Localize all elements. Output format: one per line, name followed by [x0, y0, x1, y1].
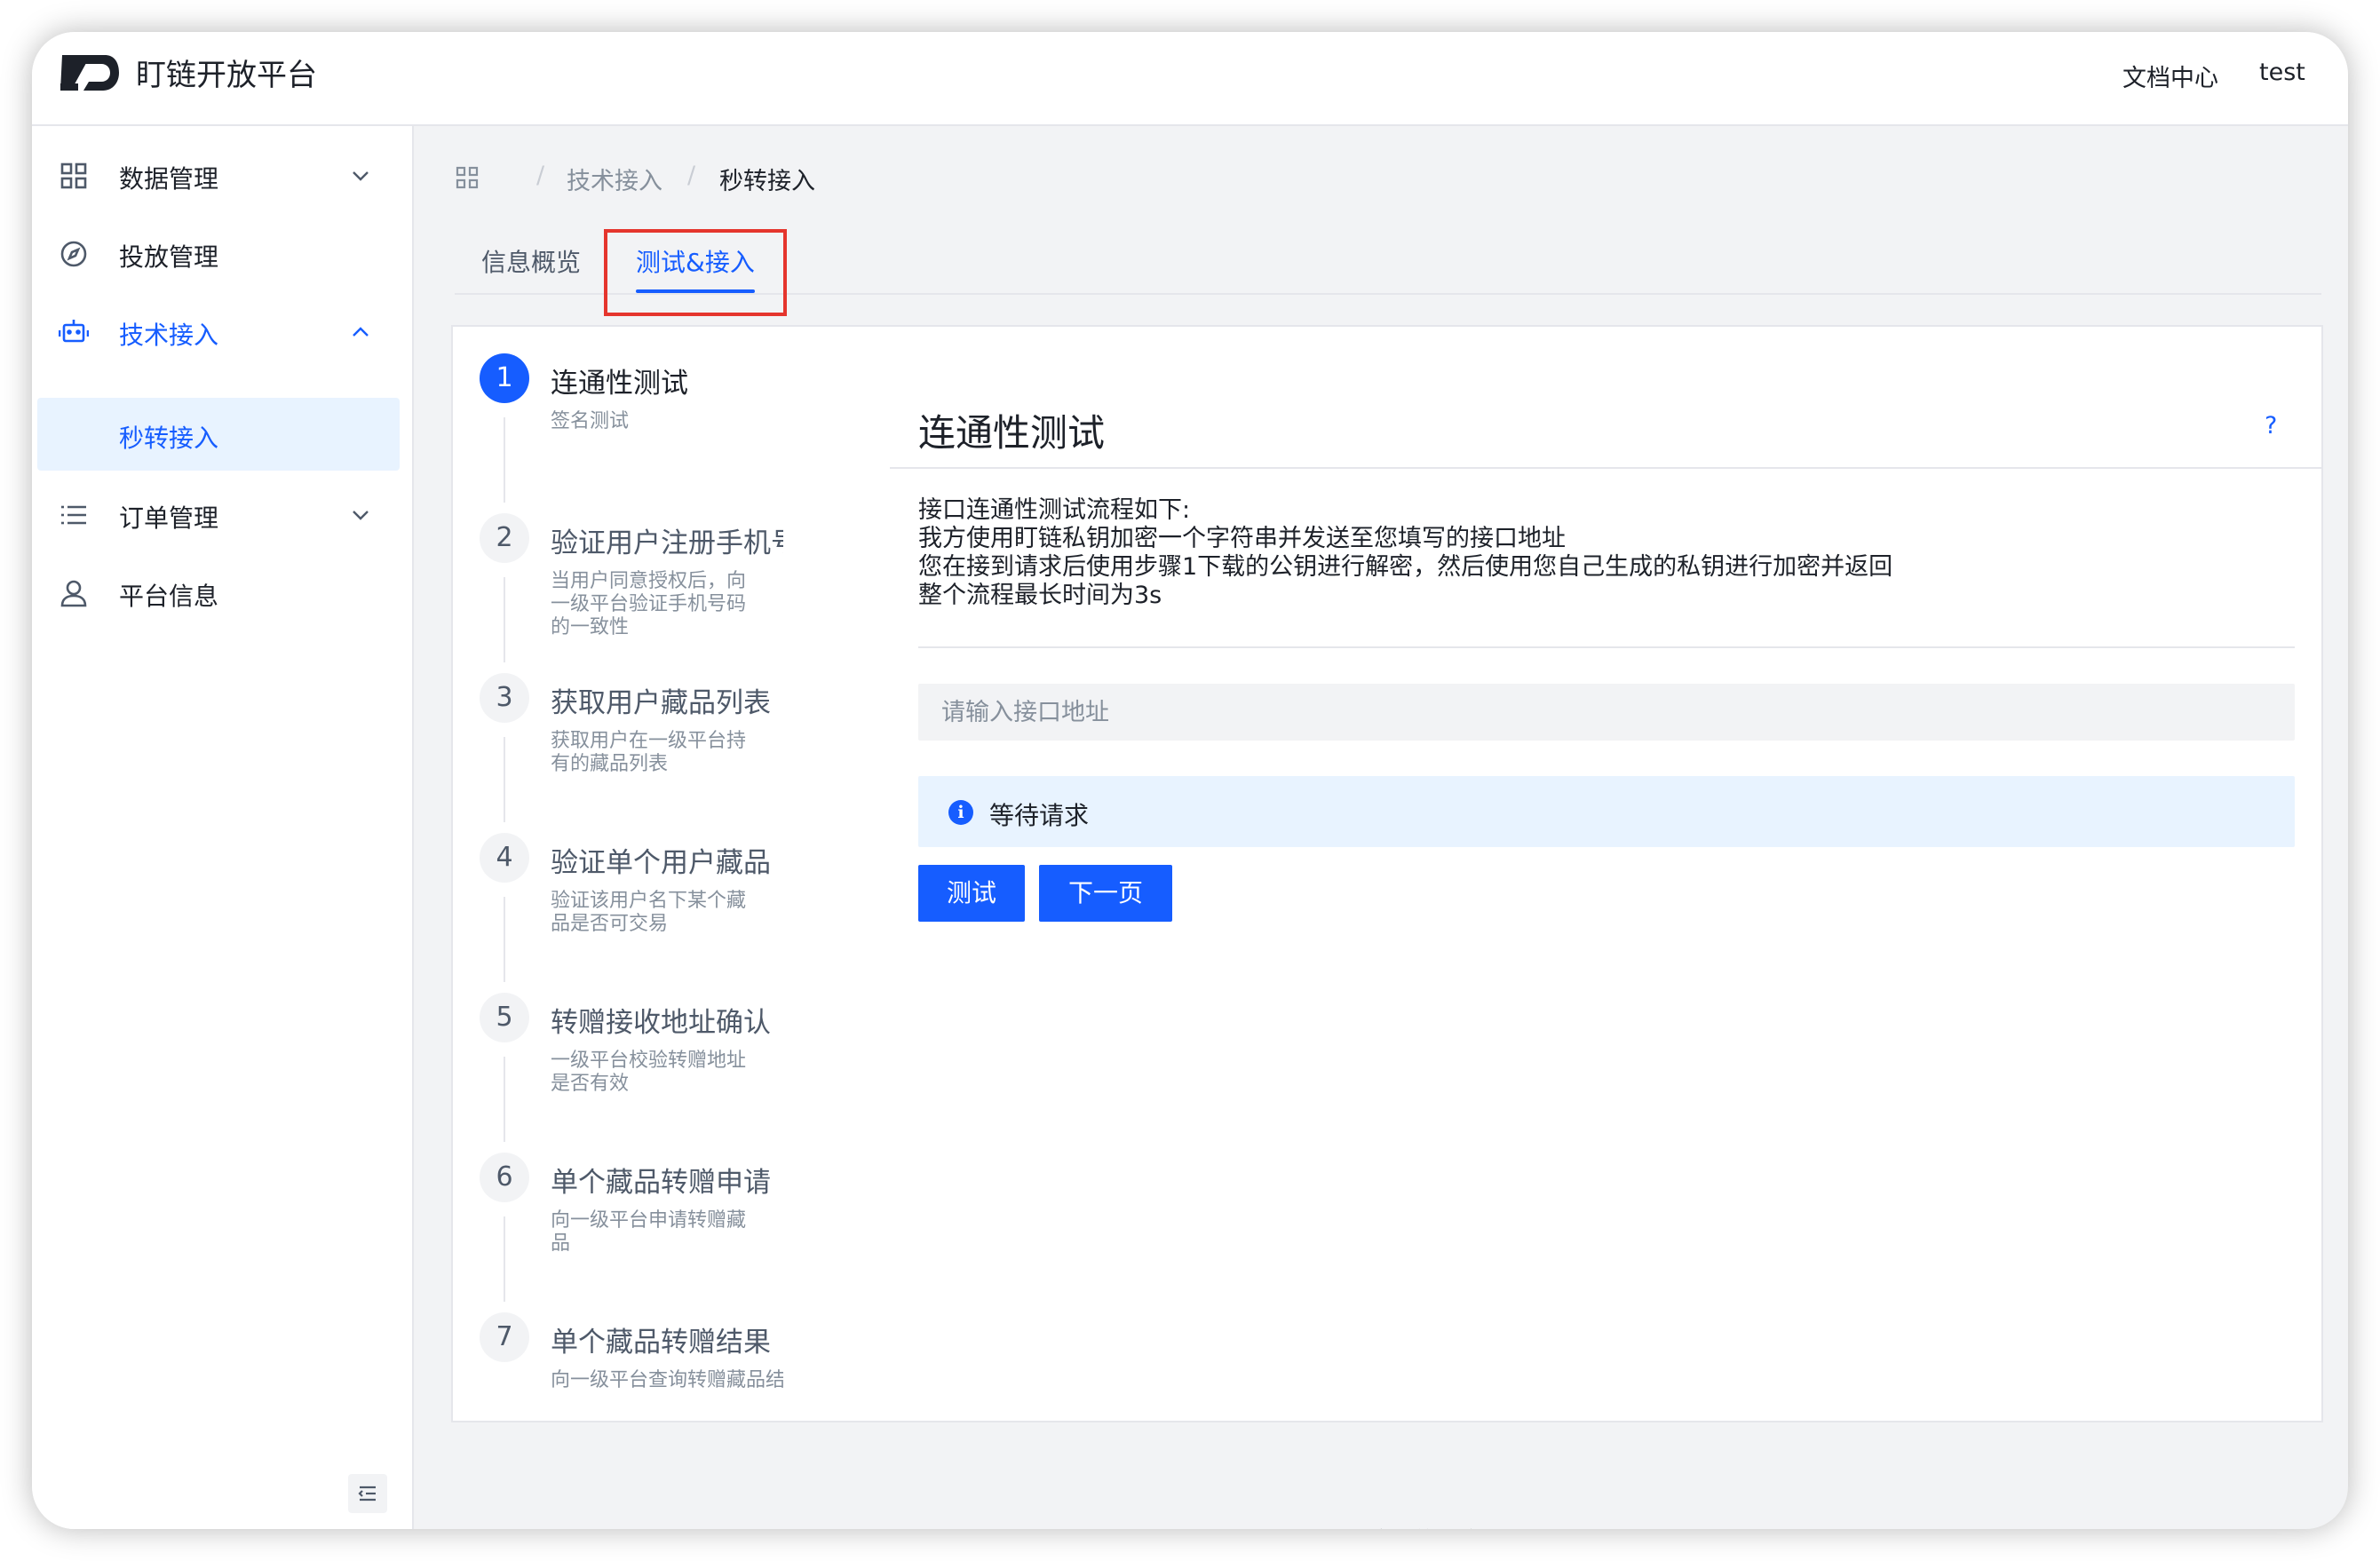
description-line: 您在接到请求后使用步骤1下载的公钥进行解密，然后使用您自己生成的私钥进行加密并返…	[918, 553, 1893, 581]
step-number: 7	[480, 1312, 529, 1362]
step-title: 单个藏品转赠申请	[551, 1167, 771, 1199]
step-number: 6	[480, 1153, 529, 1202]
step-description: 获取用户在一级平台持有的藏品列表	[551, 730, 747, 775]
sidebar-item-data-management[interactable]: 数据管理	[32, 139, 414, 211]
sidebar-subitem-label: 秒转接入	[119, 424, 219, 453]
footer-text: 盯链开放平台	[1341, 1522, 1485, 1529]
sidebar-item-label: 数据管理	[119, 164, 219, 194]
step-connector	[504, 897, 505, 982]
description-line: 我方使用盯链私钥加密一个字符串并发送至您填写的接口地址	[918, 525, 1566, 552]
user-menu[interactable]: test	[2259, 59, 2305, 86]
sidebar-item-order-management[interactable]: 订单管理	[32, 478, 414, 551]
logo-icon	[60, 55, 119, 91]
step-number: 1	[480, 353, 529, 403]
info-icon: i	[948, 800, 973, 825]
step-connector	[504, 737, 505, 822]
grid-icon	[60, 162, 87, 189]
step-connector	[504, 417, 505, 503]
chevron-up-icon	[353, 327, 369, 337]
step-description: 签名测试	[551, 410, 630, 432]
step-title: 连通性测试	[551, 368, 688, 400]
status-alert: i 等待请求	[918, 776, 2295, 847]
breadcrumb-current: 秒转接入	[719, 168, 815, 195]
sidebar-item-label: 平台信息	[119, 582, 219, 611]
robot-icon	[59, 320, 89, 343]
top-header: 盯链开放平台 文档中心 test	[32, 32, 2348, 126]
step-number: 3	[480, 673, 529, 723]
step-number: 2	[480, 513, 529, 563]
sidebar-item-label: 订单管理	[119, 503, 219, 533]
sidebar-item-tech-integration[interactable]: 技术接入	[32, 295, 414, 368]
section-title: 连通性测试	[918, 411, 1106, 455]
breadcrumb-separator: /	[687, 162, 696, 189]
sidebar-item-delivery-management[interactable]: 投放管理	[32, 217, 414, 289]
title-divider	[890, 467, 2321, 469]
apps-icon[interactable]	[455, 165, 480, 190]
description-line: 接口连通性测试流程如下:	[918, 496, 1191, 524]
compass-icon	[60, 241, 87, 267]
user-icon	[60, 580, 87, 607]
step-description: 验证该用户名下某个藏品是否可交易	[551, 890, 747, 935]
step-title: 验证用户注册手机号	[551, 527, 783, 559]
tab-overview[interactable]: 信息概览	[481, 243, 581, 279]
step-title: 转赠接收地址确认	[551, 1007, 771, 1039]
step-description: 一级平台校验转赠地址是否有效	[551, 1050, 747, 1095]
breadcrumb-separator: /	[536, 162, 545, 189]
content-card: 1 连通性测试 签名测试 2 验证用户注册手机号 当用户同意授权后，向一级平台验…	[451, 325, 2323, 1422]
test-description: 接口连通性测试流程如下: 我方使用盯链私钥加密一个字符串并发送至您填写的接口地址…	[918, 496, 1892, 610]
step-connector	[504, 1057, 505, 1142]
app-title: 盯链开放平台	[136, 58, 317, 93]
step-number: 4	[480, 833, 529, 883]
sidebar-item-label: 技术接入	[119, 321, 219, 350]
sidebar-item-platform-info[interactable]: 平台信息	[32, 556, 414, 629]
step-description: 向一级平台查询转赠藏品结果	[551, 1369, 783, 1391]
breadcrumb-item[interactable]: 技术接入	[567, 162, 662, 196]
step-number: 5	[480, 993, 529, 1042]
next-page-button[interactable]: 下一页	[1039, 865, 1172, 922]
sidebar: 数据管理 投放管理 技术接入 秒转接入 订单管理 平台信息	[32, 126, 414, 1529]
step-title: 验证单个用户藏品	[551, 847, 771, 879]
help-icon[interactable]: ?	[2265, 412, 2277, 440]
description-divider	[918, 646, 2295, 648]
sidebar-subitem-instant-transfer[interactable]: 秒转接入	[37, 398, 400, 471]
docs-center-link[interactable]: 文档中心	[2122, 59, 2218, 93]
test-button[interactable]: 测试	[918, 865, 1025, 922]
api-url-input[interactable]	[918, 684, 2295, 741]
list-icon	[61, 505, 86, 525]
menu-fold-icon	[358, 1486, 376, 1502]
step-description: 当用户同意授权后，向一级平台验证手机号码的一致性	[551, 570, 747, 638]
step-description: 向一级平台申请转赠藏品	[551, 1209, 747, 1255]
step-title: 单个藏品转赠结果	[551, 1327, 771, 1359]
sidebar-item-label: 投放管理	[119, 242, 219, 272]
description-line: 整个流程最长时间为3s	[918, 582, 1162, 609]
step-connector	[504, 577, 505, 662]
annotation-highlight-box	[604, 229, 787, 316]
chevron-down-icon	[353, 171, 369, 181]
alert-message: 等待请求	[989, 801, 1090, 830]
chevron-down-icon	[353, 511, 369, 520]
collapse-sidebar-button[interactable]	[348, 1474, 387, 1513]
step-title: 获取用户藏品列表	[551, 687, 771, 719]
step-connector	[504, 1216, 505, 1302]
app-window: 盯链开放平台 文档中心 test 数据管理 投放管理 技术接入 秒转接入 订单管…	[32, 32, 2348, 1529]
